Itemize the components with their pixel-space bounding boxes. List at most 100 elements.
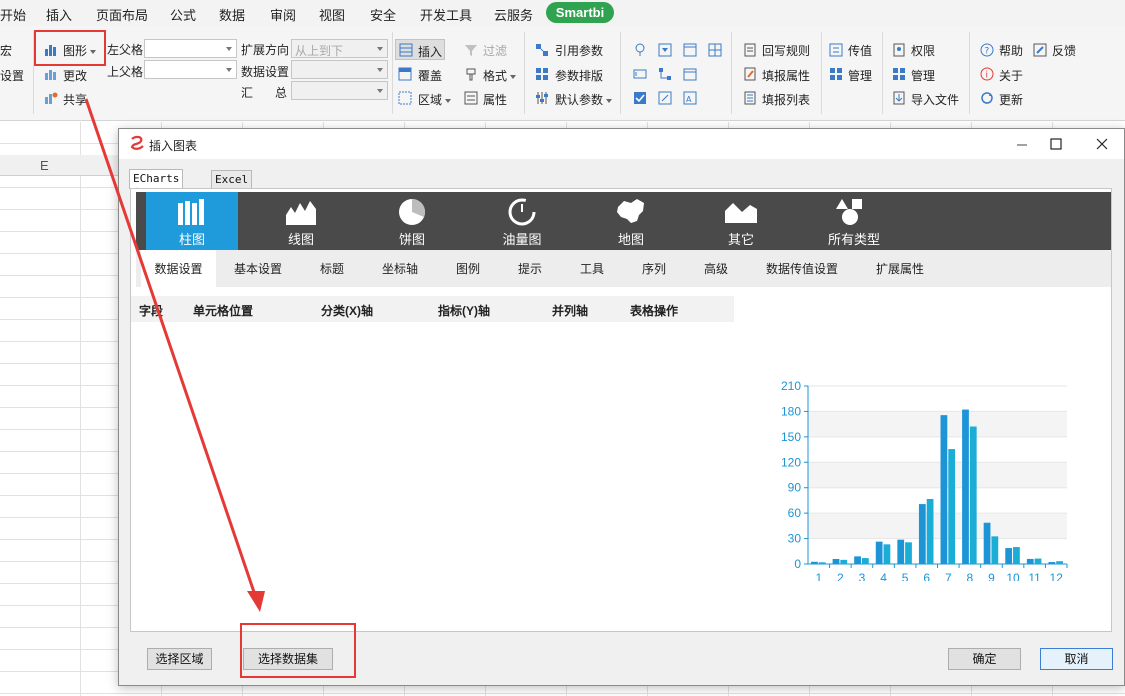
up-parent-select[interactable] bbox=[144, 60, 237, 79]
share-chart-button[interactable]: 共享 bbox=[63, 91, 87, 108]
separator bbox=[821, 32, 822, 114]
checkbox-control-icon[interactable] bbox=[633, 91, 647, 105]
label-control-icon[interactable]: A bbox=[683, 91, 697, 105]
cover-icon bbox=[398, 67, 412, 81]
ribbon-macro[interactable]: 宏 bbox=[0, 42, 12, 59]
ok-button[interactable]: 确定 bbox=[948, 648, 1021, 670]
dropdown-tree-icon[interactable] bbox=[633, 43, 647, 57]
chart-type-pie-button[interactable]: 饼图 bbox=[366, 192, 458, 250]
menu-start[interactable]: 开始 bbox=[0, 5, 26, 24]
subtab-legend[interactable]: 图例 bbox=[456, 260, 480, 277]
subtab-data-settings[interactable]: 数据设置 bbox=[141, 250, 216, 287]
subtab-series[interactable]: 序列 bbox=[642, 260, 666, 277]
date-control-icon[interactable] bbox=[683, 67, 697, 81]
property-button[interactable]: 属性 bbox=[483, 91, 507, 108]
close-icon[interactable] bbox=[1087, 133, 1117, 155]
feedback-button[interactable]: 反馈 bbox=[1052, 42, 1076, 59]
menu-page-layout[interactable]: 页面布局 bbox=[96, 5, 148, 24]
list-control-icon[interactable] bbox=[683, 43, 697, 57]
default-param-button[interactable]: 默认参数 bbox=[555, 91, 613, 108]
subtab-tools[interactable]: 工具 bbox=[580, 260, 604, 277]
tab-echarts[interactable]: ECharts作图 bbox=[129, 169, 184, 200]
chart-type-bar-button[interactable]: 柱图 bbox=[146, 192, 238, 250]
menu-cloud[interactable]: 云服务 bbox=[494, 5, 533, 24]
perm-manage-button[interactable]: 管理 bbox=[911, 67, 935, 84]
menu-developer[interactable]: 开发工具 bbox=[420, 5, 472, 24]
column-header[interactable]: E bbox=[0, 155, 125, 176]
fill-attr-button[interactable]: 填报属性 bbox=[762, 67, 810, 84]
preview-bar-chart: 03060901201501802101 2 3 4 5 6 7 8 9 10 11 12 bbox=[781, 379, 1068, 581]
bar bbox=[926, 498, 934, 564]
pie-chart-icon bbox=[399, 199, 425, 225]
table-control-icon[interactable] bbox=[708, 43, 722, 57]
minimize-icon[interactable] bbox=[1007, 133, 1037, 155]
highlight-chart-button bbox=[34, 30, 106, 66]
menu-insert[interactable]: 插入 bbox=[46, 5, 72, 24]
writeback-rule-button[interactable]: 回写规则 bbox=[762, 42, 810, 59]
subtab-basic-settings[interactable]: 基本设置 bbox=[234, 260, 282, 277]
x-tick-label: 4 bbox=[880, 571, 887, 581]
chevron-down-icon bbox=[606, 98, 613, 103]
menu-review[interactable]: 审阅 bbox=[270, 5, 296, 24]
ribbon: 宏 设置 图形 更改 共享 左父格 上父格 扩展方向 从上到下 数据设置 汇 总… bbox=[0, 26, 1125, 121]
text-box-icon[interactable] bbox=[633, 67, 647, 81]
subtab-axis[interactable]: 坐标轴 bbox=[382, 260, 418, 277]
bar bbox=[897, 539, 905, 564]
dialog-title: 插入图表 bbox=[149, 139, 198, 153]
chart-share-icon bbox=[45, 92, 58, 104]
menu-smartbi[interactable]: Smartbi bbox=[546, 2, 614, 23]
subtab-advanced[interactable]: 高级 bbox=[704, 260, 728, 277]
link-control-icon[interactable] bbox=[658, 91, 672, 105]
ref-param-button[interactable]: 引用参数 bbox=[555, 42, 603, 59]
cover-button[interactable]: 覆盖 bbox=[418, 67, 442, 84]
help-button[interactable]: 帮助 bbox=[999, 42, 1023, 59]
chart-type-line-button[interactable]: 线图 bbox=[255, 192, 347, 250]
import-file-button[interactable]: 导入文件 bbox=[911, 91, 959, 108]
insert-button[interactable]: 插入 bbox=[395, 39, 445, 60]
expand-direction-select[interactable]: 从上到下 bbox=[291, 39, 388, 58]
tab-excel[interactable]: Excel作图 bbox=[211, 170, 253, 201]
select-region-button[interactable]: 选择区域 bbox=[147, 648, 212, 670]
combo-control-icon[interactable] bbox=[658, 43, 672, 57]
filter-button[interactable]: 过滤 bbox=[483, 42, 507, 59]
pass-value-icon bbox=[829, 43, 843, 57]
bar bbox=[1026, 558, 1034, 564]
format-button[interactable]: 格式 bbox=[483, 67, 517, 84]
chart-type-gauge-button[interactable]: 油量图 bbox=[476, 192, 568, 250]
ribbon-settings[interactable]: 设置 bbox=[0, 67, 24, 84]
dialog-titlebar[interactable]: 插入图表 bbox=[119, 129, 1124, 159]
shapes-icon bbox=[836, 199, 862, 225]
subtab-extension[interactable]: 扩展属性 bbox=[876, 260, 924, 277]
update-button[interactable]: 更新 bbox=[999, 91, 1023, 108]
left-parent-select[interactable] bbox=[144, 39, 237, 58]
cancel-button[interactable]: 取消 bbox=[1040, 648, 1113, 670]
permission-button[interactable]: 权限 bbox=[911, 42, 935, 59]
ref-param-icon bbox=[536, 44, 548, 56]
tree-control-icon[interactable] bbox=[658, 67, 672, 81]
region-button[interactable]: 区域 bbox=[418, 91, 452, 108]
subtab-title[interactable]: 标题 bbox=[320, 260, 344, 277]
menu-formula[interactable]: 公式 bbox=[170, 5, 196, 24]
menu-security[interactable]: 安全 bbox=[370, 5, 396, 24]
data-settings-select[interactable] bbox=[291, 60, 388, 79]
chart-type-map-button[interactable]: 地图 bbox=[585, 192, 677, 250]
chart-type-other-button[interactable]: 其它 bbox=[695, 192, 787, 250]
subtab-tooltip[interactable]: 提示 bbox=[518, 260, 542, 277]
pass-value-button[interactable]: 传值 bbox=[848, 42, 872, 59]
summary-select[interactable] bbox=[291, 81, 388, 100]
param-layout-button[interactable]: 参数排版 bbox=[555, 67, 603, 84]
about-button[interactable]: 关于 bbox=[999, 67, 1023, 84]
permission-icon bbox=[893, 43, 905, 57]
fill-list-button[interactable]: 填报列表 bbox=[762, 91, 810, 108]
help-icon: ? bbox=[980, 43, 994, 57]
menu-view[interactable]: 视图 bbox=[319, 5, 345, 24]
chart-type-all-button[interactable]: 所有类型 bbox=[806, 192, 902, 250]
menu-data[interactable]: 数据 bbox=[219, 5, 245, 24]
bar bbox=[840, 559, 848, 564]
x-tick-label: 3 bbox=[859, 571, 866, 581]
pass-manage-button[interactable]: 管理 bbox=[848, 67, 872, 84]
insert-label: 插入 bbox=[418, 45, 443, 59]
maximize-icon[interactable] bbox=[1041, 133, 1071, 155]
subtab-data-pass[interactable]: 数据传值设置 bbox=[766, 260, 838, 277]
change-chart-button[interactable]: 更改 bbox=[63, 67, 87, 84]
